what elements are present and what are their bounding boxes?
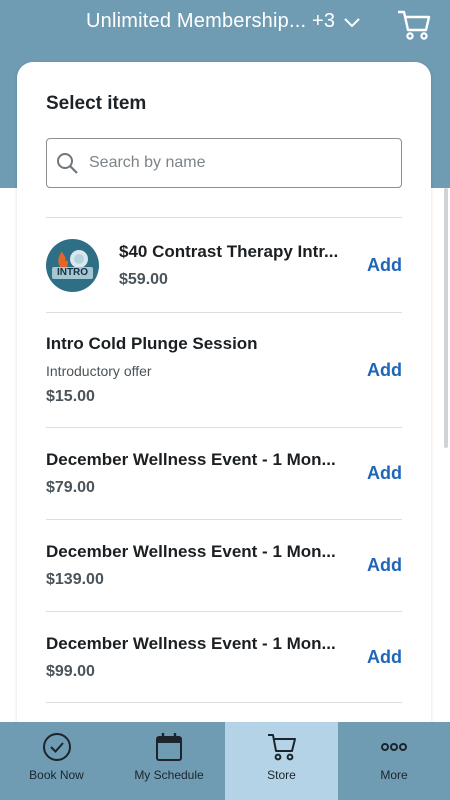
item-thumbnail: INTRO — [46, 238, 99, 292]
check-circle-icon — [42, 733, 71, 761]
calendar-icon — [156, 733, 182, 761]
tab-book-now[interactable]: Book Now — [0, 722, 113, 800]
list-item: December Wellness Event - 1 Mon... $79.0… — [46, 427, 402, 519]
tab-label: Book Now — [29, 768, 84, 782]
cart-icon[interactable] — [396, 8, 432, 42]
card-title: Select item — [46, 93, 147, 114]
item-info: Intro Cold Plunge Session Introductory o… — [46, 334, 402, 406]
item-name: December Wellness Event - 1 Mon... — [46, 450, 336, 469]
search-input[interactable] — [89, 154, 369, 172]
add-button[interactable]: Add — [367, 360, 402, 381]
item-price: $15.00 — [46, 388, 95, 405]
item-price: $59.00 — [119, 270, 168, 288]
item-price: $99.00 — [46, 662, 95, 680]
item-name: $40 Contrast Therapy Intr... — [119, 241, 339, 261]
item-list: INTRO $40 Contrast Therapy Intr... $59.0… — [46, 217, 402, 703]
tab-label: More — [380, 768, 408, 782]
search-box[interactable] — [46, 138, 402, 188]
item-info: December Wellness Event - 1 Mon... $99.0… — [46, 634, 402, 681]
item-price: $139.00 — [46, 571, 104, 588]
top-header: Unlimited Membership... +3 — [0, 0, 450, 50]
cart-icon — [267, 734, 296, 761]
thumb-label: INTRO — [52, 266, 93, 279]
tab-label: Store — [267, 768, 296, 782]
item-name: December Wellness Event - 1 Mon... — [46, 633, 336, 653]
list-item: December Wellness Event - 1 Mon... $139.… — [46, 519, 402, 611]
bottom-tab-bar: Book Now My Schedule Store More — [0, 722, 450, 800]
membership-title: Unlimited Membership... +3 — [86, 10, 336, 32]
tab-label: My Schedule — [134, 768, 204, 782]
tab-store[interactable]: Store — [225, 722, 338, 800]
scrollbar[interactable] — [444, 188, 448, 448]
membership-selector[interactable]: Unlimited Membership... +3 — [86, 10, 361, 33]
select-item-card: Select item INTRO $40 Contrast Therapy I… — [17, 62, 431, 762]
list-item: December Wellness Event - 1 Mon... $99.0… — [46, 611, 402, 703]
item-subtitle: Introductory offer — [46, 363, 152, 379]
item-price: $79.00 — [46, 479, 95, 496]
item-info: $40 Contrast Therapy Intr... $59.00 — [119, 242, 402, 289]
item-info: December Wellness Event - 1 Mon... $79.0… — [46, 450, 402, 497]
fire-ice-icon — [58, 249, 88, 268]
search-icon — [57, 153, 78, 174]
list-item: INTRO $40 Contrast Therapy Intr... $59.0… — [46, 217, 402, 312]
more-dots-icon — [381, 743, 407, 751]
list-item: Intro Cold Plunge Session Introductory o… — [46, 312, 402, 427]
add-button[interactable]: Add — [367, 463, 402, 484]
add-button[interactable]: Add — [367, 255, 402, 276]
add-button[interactable]: Add — [367, 555, 402, 576]
tab-more[interactable]: More — [338, 722, 450, 800]
tab-my-schedule[interactable]: My Schedule — [113, 722, 225, 800]
item-info: December Wellness Event - 1 Mon... $139.… — [46, 542, 402, 589]
item-name: Intro Cold Plunge Session — [46, 334, 258, 353]
chevron-down-icon — [344, 17, 360, 27]
add-button[interactable]: Add — [367, 647, 402, 668]
item-name: December Wellness Event - 1 Mon... — [46, 542, 336, 561]
